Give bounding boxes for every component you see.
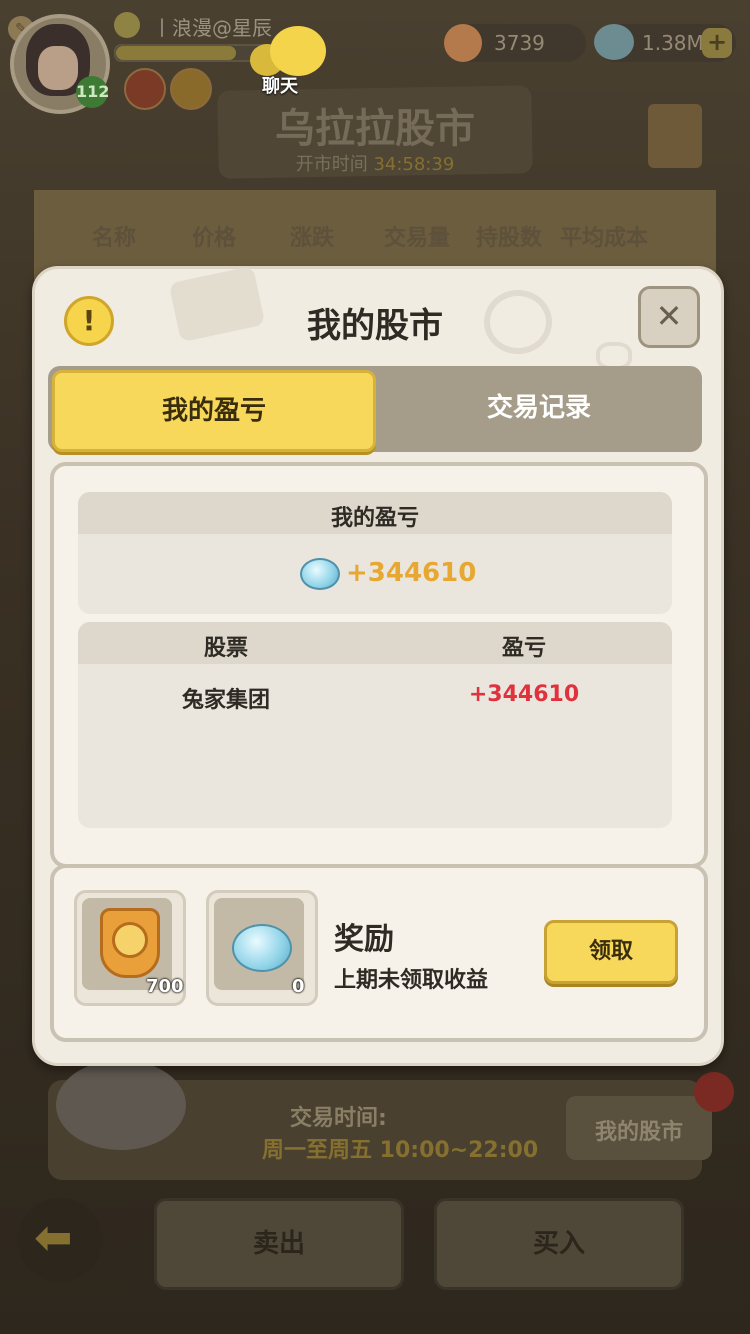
currency-shell-value: 3739 <box>494 31 545 55</box>
profit-total-value: +344610 <box>346 558 477 588</box>
table-cell-stock: 兔家集团 <box>181 688 270 713</box>
scroll-rules-icon[interactable] <box>648 104 702 168</box>
mascot-bird <box>56 1060 186 1150</box>
avatar-face <box>38 46 78 90</box>
sell-button-label: 卖出 <box>252 1229 305 1259</box>
reward-badge-count: 700 <box>146 976 184 997</box>
profit-summary-title: 我的盈亏 <box>330 506 419 531</box>
table-cell-pnl: +344610 <box>468 682 580 707</box>
trade-time-value: 周一至周五 10:00~22:00 <box>262 1138 539 1163</box>
gem-currency-icon <box>594 24 634 60</box>
gem-icon <box>232 924 292 972</box>
column-header-name: 名称 <box>92 226 137 251</box>
column-header-avg-cost: 平均成本 <box>560 226 649 251</box>
gem-icon <box>300 558 340 590</box>
claim-button[interactable]: 领取 <box>544 920 678 984</box>
open-time-label: 开市时间 <box>295 154 368 175</box>
level-badge: 112 <box>76 76 109 108</box>
player-name: 丨浪漫@星辰 <box>152 16 272 40</box>
trade-time-label: 交易时间: <box>290 1106 387 1131</box>
table-header-stock: 股票 <box>203 636 248 661</box>
notification-bell-icon[interactable] <box>694 1072 734 1112</box>
title-badge-icon[interactable] <box>124 68 166 110</box>
table-header-pnl: 盈亏 <box>501 636 546 661</box>
add-currency-button[interactable]: + <box>702 28 732 58</box>
column-header-volume: 交易量 <box>384 226 451 251</box>
emoji-icon <box>114 12 140 38</box>
my-stock-button-label[interactable]: 我的股市 <box>566 1114 712 1146</box>
tab-my-profit[interactable]: 我的盈亏 <box>52 370 376 452</box>
tab-my-profit-label: 我的盈亏 <box>161 396 266 426</box>
sell-button[interactable]: 卖出 <box>154 1198 404 1290</box>
chat-label[interactable]: 聊天 <box>262 72 298 98</box>
column-header-holdings: 持股数 <box>476 226 543 251</box>
market-open-time: 开市时间 34:58:39 <box>218 150 532 176</box>
buy-button[interactable]: 买入 <box>434 1198 684 1290</box>
close-button[interactable]: ✕ <box>638 286 700 348</box>
reward-gem-count: 0 <box>292 976 305 997</box>
rank-badge-icon[interactable] <box>170 68 212 110</box>
currency-gem-value: 1.38M <box>642 31 704 55</box>
reward-title: 奖励 <box>334 922 394 957</box>
claim-button-label: 领取 <box>588 939 633 964</box>
market-title: 乌拉拉股市 <box>275 106 475 152</box>
modal-title: 我的股市 <box>307 306 443 346</box>
open-time-value: 34:58:39 <box>373 154 455 175</box>
tab-trade-records-label: 交易记录 <box>486 393 591 423</box>
chat-icon[interactable] <box>270 26 326 76</box>
column-header-change: 涨跌 <box>290 226 335 251</box>
reward-description: 上期未领取收益 <box>334 968 489 993</box>
buy-button-label: 买入 <box>532 1229 585 1259</box>
shell-currency-icon <box>444 24 482 62</box>
shield-badge-core <box>112 922 148 958</box>
xp-bar-fill <box>116 46 236 60</box>
column-header-price: 价格 <box>192 226 237 251</box>
back-arrow-icon[interactable]: ⬅ <box>34 1210 73 1264</box>
tab-trade-records[interactable]: 交易记录 <box>378 370 700 446</box>
